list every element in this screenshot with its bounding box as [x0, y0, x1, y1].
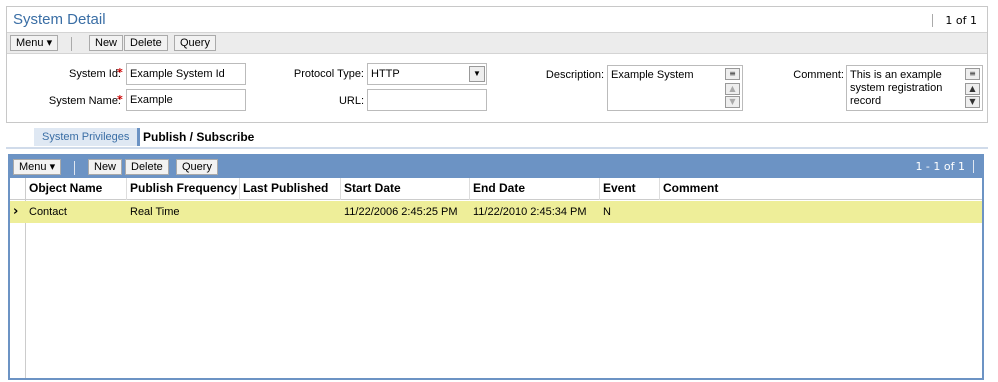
page-title: System Detail [13, 11, 106, 28]
column-header-object-name[interactable]: Object Name [29, 181, 102, 195]
toolbar-separator [74, 161, 75, 175]
protocol-type-label: Protocol Type: [293, 68, 364, 80]
url-label: URL: [338, 95, 364, 107]
tab-publish-subscribe[interactable]: Publish / Subscribe [143, 128, 254, 146]
required-marker: * [117, 66, 123, 79]
new-button[interactable]: New [88, 159, 123, 175]
record-counter: 1 - 1 of 1 [915, 160, 974, 173]
publish-subscribe-list: Menu ▾ New Delete Query 1 - 1 of 1 Objec… [8, 154, 984, 380]
scroll-down-icon[interactable]: ▼ [965, 96, 980, 108]
protocol-type-value: HTTP [371, 68, 400, 80]
record-counter: 1 of 1 [932, 14, 977, 27]
comment-label: Comment: [793, 69, 844, 81]
system-name-label: System Name: [48, 95, 121, 107]
menu-button[interactable]: Menu ▾ [13, 159, 62, 175]
description-label: Description: [545, 69, 604, 81]
cell-end-date[interactable]: 11/22/2010 2:45:34 PM [473, 206, 587, 218]
cell-event[interactable]: N [603, 206, 611, 218]
scroll-up-icon[interactable]: ▲ [725, 83, 740, 95]
row-pointer-icon: › [13, 204, 19, 219]
expand-icon[interactable]: ≡ [965, 68, 980, 80]
system-detail-panel: System Detail 1 of 1 Menu ▾ New Delete Q… [6, 6, 988, 123]
column-header-event[interactable]: Event [603, 181, 636, 195]
required-marker: * [117, 93, 123, 106]
column-divider [659, 178, 660, 200]
column-header-end-date[interactable]: End Date [473, 181, 525, 195]
column-divider [126, 178, 127, 200]
system-id-field[interactable]: Example System Id [126, 63, 246, 85]
delete-button[interactable]: Delete [125, 159, 169, 175]
menu-button[interactable]: Menu ▾ [10, 35, 59, 51]
column-divider [340, 178, 341, 200]
column-header-publish-frequency[interactable]: Publish Frequency [130, 181, 237, 195]
system-id-label: System Id: [69, 68, 121, 80]
column-divider [599, 178, 600, 200]
url-field[interactable] [367, 89, 487, 111]
chevron-down-icon[interactable]: ▼ [469, 66, 485, 82]
cell-object-name[interactable]: Contact [29, 206, 67, 218]
table-row[interactable]: › Contact Real Time 11/22/2006 2:45:25 P… [10, 201, 982, 223]
delete-button[interactable]: Delete [124, 35, 168, 51]
description-value: Example System [611, 69, 694, 81]
protocol-type-select[interactable]: HTTP ▼ [367, 63, 487, 85]
query-button[interactable]: Query [176, 159, 218, 175]
tab-divider [6, 147, 988, 149]
comment-field[interactable]: This is an example system registration r… [846, 65, 983, 111]
column-header-comment[interactable]: Comment [663, 181, 718, 195]
column-header-last-published[interactable]: Last Published [243, 181, 328, 195]
toolbar-separator [71, 37, 72, 51]
tab-system-privileges[interactable]: System Privileges [34, 128, 141, 146]
scroll-down-icon[interactable]: ▼ [725, 96, 740, 108]
expand-icon[interactable]: ≡ [725, 68, 740, 80]
column-divider [239, 178, 240, 200]
description-field[interactable]: Example System [607, 65, 743, 111]
column-header-start-date[interactable]: Start Date [344, 181, 401, 195]
comment-value: This is an example system registration r… [850, 69, 943, 107]
new-button[interactable]: New [89, 35, 124, 51]
detail-toolbar: Menu ▾ New Delete Query [7, 32, 987, 54]
table-header: Object Name Publish Frequency Last Publi… [10, 178, 982, 200]
cell-start-date[interactable]: 11/22/2006 2:45:25 PM [344, 206, 458, 218]
cell-publish-frequency[interactable]: Real Time [130, 206, 180, 218]
query-button[interactable]: Query [174, 35, 216, 51]
column-divider [469, 178, 470, 200]
list-toolbar: Menu ▾ New Delete Query 1 - 1 of 1 [10, 156, 982, 178]
system-name-field[interactable]: Example [126, 89, 246, 111]
scroll-up-icon[interactable]: ▲ [965, 83, 980, 95]
